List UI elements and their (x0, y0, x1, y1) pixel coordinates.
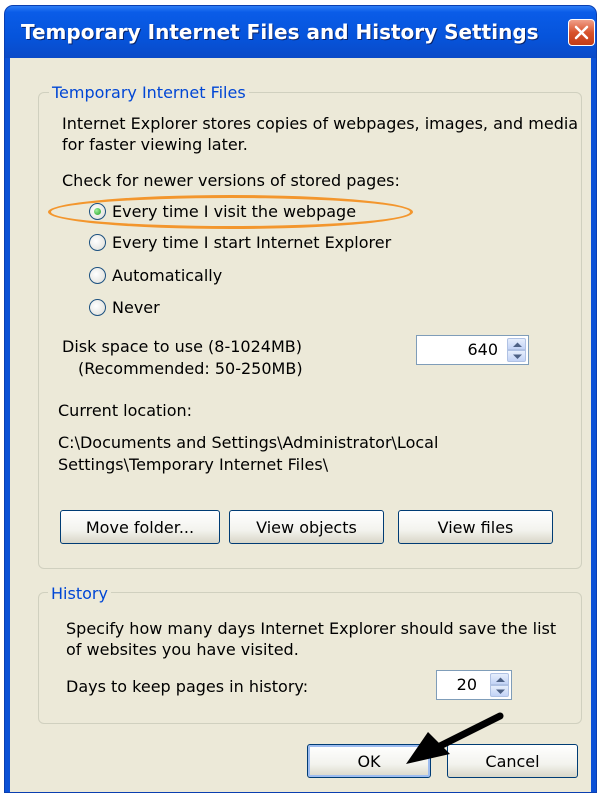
radio-label-automatically[interactable]: Automatically (112, 265, 222, 286)
disk-space-spinner[interactable]: 640 (416, 335, 529, 365)
history-description-cont: of websites you have visited. (66, 640, 299, 659)
days-spinner[interactable]: 20 (436, 670, 512, 700)
temp-files-group (38, 92, 582, 569)
disk-space-label: Disk space to use (8-1024MB) (62, 337, 302, 356)
disk-space-down-button[interactable] (507, 350, 526, 362)
current-location-path-cont: Settings\Temporary Internet Files\ (58, 455, 329, 474)
radio-label-never[interactable]: Never (112, 297, 160, 318)
close-icon (574, 25, 589, 40)
disk-space-recommended: (Recommended: 50-250MB) (78, 359, 303, 378)
disk-space-spin-buttons[interactable] (507, 338, 526, 362)
history-legend: History (48, 584, 111, 603)
days-to-keep-label: Days to keep pages in history: (66, 677, 309, 696)
days-spin-buttons[interactable] (490, 673, 509, 697)
days-down-button[interactable] (490, 685, 509, 697)
close-button[interactable] (568, 19, 595, 46)
move-folder-button[interactable]: Move folder... (60, 510, 220, 544)
chevron-down-icon (513, 354, 522, 359)
view-files-button[interactable]: View files (398, 510, 553, 544)
title-bar[interactable]: Temporary Internet Files and History Set… (5, 6, 596, 58)
chevron-up-icon (496, 677, 505, 682)
highlight-ellipse (48, 195, 413, 229)
history-description: Specify how many days Internet Explorer … (66, 619, 557, 638)
days-value[interactable]: 20 (457, 675, 477, 694)
window-title: Temporary Internet Files and History Set… (21, 20, 539, 44)
days-up-button[interactable] (490, 673, 509, 685)
current-location-label: Current location: (58, 401, 193, 420)
temp-files-legend: Temporary Internet Files (49, 83, 249, 102)
view-objects-button[interactable]: View objects (229, 510, 384, 544)
disk-space-value[interactable]: 640 (467, 340, 498, 359)
radio-every-start[interactable] (89, 234, 106, 251)
radio-never[interactable] (89, 299, 106, 316)
check-versions-label: Check for newer versions of stored pages… (62, 171, 400, 190)
radio-automatically[interactable] (89, 267, 106, 284)
arrow-annotation (406, 712, 504, 764)
chevron-down-icon (496, 689, 505, 694)
temp-files-description: Internet Explorer stores copies of webpa… (62, 114, 579, 133)
temp-files-description-cont: for faster viewing later. (62, 135, 248, 154)
radio-label-every-start[interactable]: Every time I start Internet Explorer (112, 232, 391, 253)
current-location-path: C:\Documents and Settings\Administrator\… (58, 433, 439, 452)
chevron-up-icon (513, 342, 522, 347)
disk-space-up-button[interactable] (507, 338, 526, 350)
